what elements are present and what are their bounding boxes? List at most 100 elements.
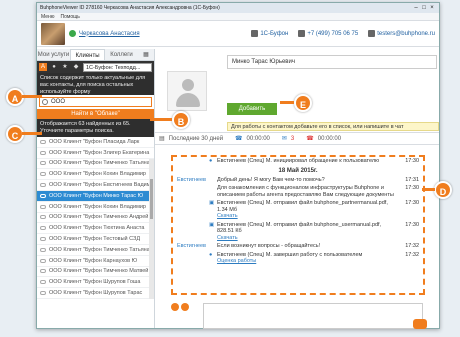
contact-item[interactable]: ООО Клиент "Буфон Тестовый СЗД (37, 234, 154, 245)
tag-icon[interactable]: ◆ (72, 63, 80, 71)
chat-message: ● Евстигнеев (Спец) М. завершил работу с … (173, 251, 423, 266)
message-time: 17:31 (405, 176, 419, 183)
email-link[interactable]: testers@buhphone.ru (368, 30, 435, 37)
contact-item[interactable]: ООО Клиент "Буфон Карнаухов Ю (37, 256, 154, 267)
building-icon (251, 30, 259, 37)
menu-item-help[interactable]: Помощь (61, 14, 80, 20)
message-link[interactable]: Скачать (217, 235, 238, 241)
period-label[interactable]: Последние 30 дней (169, 136, 223, 142)
chat-message: Евстигнеев Если возникнут вопросы - обращ… (173, 242, 423, 251)
tab-colleagues[interactable]: Коллеги (105, 49, 138, 60)
message-text: Если возникнут вопросы - обращайтесь! (217, 243, 321, 249)
menu-item-menu[interactable]: Меню (41, 14, 55, 20)
message-input[interactable] (203, 303, 423, 329)
contact-status-icon (40, 269, 46, 274)
message-text: Для ознакомления с функционалом инфрастр… (217, 185, 394, 198)
contact-status-icon (40, 172, 46, 177)
contact-card: Минко Тарас Юрьевич Добавить Для работы … (155, 49, 439, 133)
chat-message: ▣ Евстигнеев (Спец) М. отправил файл buhp… (173, 199, 423, 221)
message-text: Евстигнеев (Спец) М. инициировал обращен… (217, 158, 380, 164)
contact-item[interactable]: ООО Клиент "Буфон Кохин Владимир (37, 169, 154, 181)
filter-bar: А ● ★ ◆ 1С-Буфон: Техподд... (37, 61, 154, 73)
tab-my-services[interactable]: Мои услуги (37, 49, 70, 60)
contact-status-icon (40, 204, 46, 209)
message-input-bar (171, 301, 425, 331)
maximize-icon[interactable]: □ (420, 5, 428, 11)
file-icon: ▣ (209, 221, 215, 228)
chat-history: ● Евстигнеев (Спец) М. инициировал обраще… (171, 155, 425, 295)
file-icon: ▣ (209, 200, 215, 206)
message-text: Евстигнеев (Спец) М. отправил файл buhph… (217, 200, 388, 219)
message-author (177, 222, 209, 242)
tab-clients[interactable]: Клиенты (70, 49, 105, 60)
message-link[interactable]: Скачать (217, 213, 238, 219)
contact-avatar-icon (167, 71, 207, 111)
contact-item[interactable]: ООО Клиент "Буфон Кохин Владимир (37, 202, 154, 213)
message-author (177, 200, 209, 220)
menu-bar: Меню Помощь (37, 13, 439, 21)
contact-status-icon (40, 226, 46, 231)
contact-status-icon (40, 161, 46, 166)
message-time: 17:30 (405, 200, 419, 206)
callout-e: E (294, 94, 312, 112)
grid-icon[interactable]: ▦ (138, 49, 154, 60)
minimize-icon[interactable]: – (412, 5, 420, 11)
search-value: ООО (51, 99, 66, 105)
contact-item[interactable]: ООО Клиент "Буфон Тимченко Татьяна (37, 159, 154, 170)
contact-status-icon (40, 215, 46, 220)
stats-bar: ▤ Последние 30 дней ☎ 00:00:00 ✉ 3 ☎ 00:… (155, 133, 439, 145)
contact-item[interactable]: ООО Клиент "Буфон Пласида Ларк (37, 137, 154, 148)
star-icon[interactable]: ★ (61, 63, 69, 71)
header: Черкасова Анастасия 1С-Буфон +7 (499) 70… (37, 21, 439, 47)
avatar[interactable] (41, 22, 65, 45)
contact-status-icon (40, 280, 46, 285)
add-hint: Для работы с контактом добавьте его в сп… (227, 122, 439, 131)
contact-item[interactable]: ООО Клиент "Буфон Евстигнеев Вадим (37, 180, 154, 191)
missed-time: 00:00:00 (317, 135, 342, 142)
contact-item[interactable]: ООО Клиент "Буфон Злигер Екатерина (37, 148, 154, 159)
contact-item[interactable]: ООО Клиент "Буфон Тимченко Татьяна (37, 245, 154, 256)
message-time: 17:30 (405, 185, 419, 191)
call-icon: ☎ (235, 136, 243, 142)
message-time: 17:30 (405, 158, 419, 164)
contact-status-icon (40, 193, 46, 198)
contact-item[interactable]: ООО Клиент "Буфон Шурупов Тарас (37, 288, 154, 299)
callout-b: B (172, 111, 190, 129)
attach-icon[interactable] (171, 303, 179, 311)
filter-all-button[interactable]: А (39, 63, 47, 71)
find-in-cloud-button[interactable]: Найти в "Облаке" (37, 109, 154, 119)
phone-link[interactable]: +7 (499) 705 06 75 (298, 30, 358, 37)
status-online-icon[interactable] (69, 30, 76, 37)
contact-item[interactable]: ООО Клиент "Буфон Тимченко Матвей (37, 267, 154, 278)
message-text: Добрый день! Я могу Вам чем-то помочь? (217, 176, 325, 183)
contact-status-icon (40, 150, 46, 155)
chat-message: ● Евстигнеев (Спец) М. инициировал обраще… (173, 157, 423, 166)
search-input[interactable]: ООО (39, 97, 152, 107)
close-icon[interactable]: × (428, 5, 436, 11)
contact-item[interactable]: ООО Клиент "Буфон Минко Тарас Ю (37, 190, 154, 202)
user-name-link[interactable]: Черкасова Анастасия (79, 31, 140, 37)
scrollbar[interactable] (149, 159, 154, 299)
smile-icon[interactable] (181, 303, 189, 311)
contact-item[interactable]: ООО Клиент "Буфон Тюхтина Анаста (37, 223, 154, 235)
contact-status-icon (40, 139, 46, 144)
contact-item[interactable]: ООО Клиент "Буфон Шурупов Гоша (37, 277, 154, 289)
calendar-icon[interactable]: ▤ (159, 135, 165, 142)
message-author: Евстигнеев (177, 176, 206, 183)
add-contact-button[interactable]: Добавить (227, 103, 277, 115)
service-link[interactable]: 1С-Буфон (251, 30, 288, 37)
chat-icon: ✉ (281, 136, 287, 142)
chat-message: ▣ Евстигнеев (Спец) М. отправил файл buhp… (173, 221, 423, 243)
lock-icon[interactable]: ● (50, 63, 58, 71)
message-text: Евстигнеев (Спец) М. завершил работу с п… (217, 251, 363, 265)
mail-icon (368, 30, 376, 37)
message-link[interactable]: Оценка работы (217, 258, 256, 264)
contact-item[interactable]: ООО Клиент "Буфон Тимченко Андрей (37, 213, 154, 224)
window-title: BuhphoneViewer ID 278160 Черкасова Анаст… (40, 5, 220, 11)
send-button[interactable] (413, 319, 427, 329)
contact-name: Минко Тарас Юрьевич (227, 55, 437, 69)
message-time: 17:32 (405, 243, 419, 249)
chat-message: Для ознакомления с функционалом инфрастр… (173, 184, 423, 199)
tabs: Мои услуги Клиенты Коллеги ▦ (37, 49, 154, 61)
group-select[interactable]: 1С-Буфон: Техподд... (83, 62, 152, 72)
